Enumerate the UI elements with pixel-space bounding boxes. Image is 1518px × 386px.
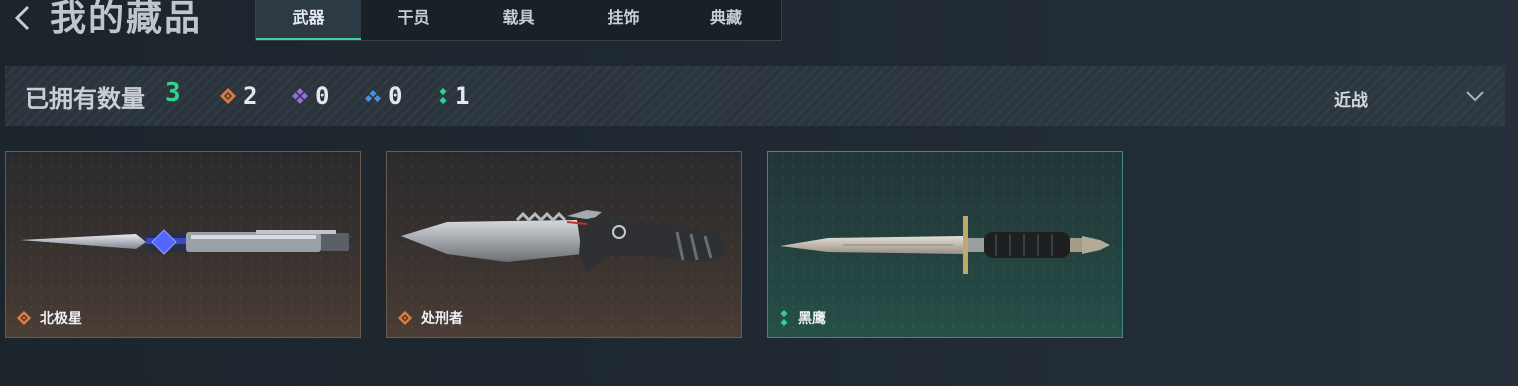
knife-image <box>780 216 1110 274</box>
purple-diamond-icon <box>292 88 308 104</box>
rarity-blue-count: 0 <box>388 82 403 110</box>
rarity-orange-count: 2 <box>243 82 258 110</box>
item-name-row: 北极星 <box>16 308 82 328</box>
orange-diamond-icon <box>397 310 413 326</box>
orange-diamond-icon <box>16 310 32 326</box>
rarity-purple-count: 0 <box>315 82 330 110</box>
rarity-orange-stat: 2 <box>219 82 258 110</box>
blue-diamond-icon <box>365 90 381 102</box>
item-name-row: 处刑者 <box>397 308 463 328</box>
chevron-down-icon[interactable] <box>1464 86 1486 106</box>
rarity-green-count: 1 <box>455 82 470 110</box>
green-diamond-icon <box>439 88 447 104</box>
ownership-stats-bar: 已拥有数量 3 2 0 0 1 近战 <box>5 66 1505 126</box>
weapon-type-filter[interactable]: 近战 <box>1334 86 1368 111</box>
knife-image <box>20 229 349 255</box>
page-title: 我的藏品 <box>50 0 203 39</box>
tab-vehicles[interactable]: 载具 <box>466 0 571 40</box>
header: 我的藏品 武器 干员 载具 挂饰 典藏 <box>0 0 1518 44</box>
item-card-executioner[interactable]: 处刑者 <box>386 151 742 338</box>
rarity-blue-stat: 0 <box>364 82 403 110</box>
rarity-purple-stat: 0 <box>291 82 330 110</box>
category-tabs: 武器 干员 载具 挂饰 典藏 <box>255 0 782 41</box>
item-name: 北极星 <box>40 311 82 327</box>
owned-count-value: 3 <box>165 78 181 108</box>
tab-charms[interactable]: 挂饰 <box>571 0 676 40</box>
tab-weapons[interactable]: 武器 <box>256 0 361 40</box>
orange-diamond-icon <box>220 88 236 104</box>
item-name-row: 黑鹰 <box>778 308 826 328</box>
item-name: 黑鹰 <box>798 311 826 327</box>
back-chevron-icon[interactable] <box>10 2 34 34</box>
knife-image <box>401 210 727 272</box>
green-diamond-icon <box>780 310 788 326</box>
rarity-green-stat: 1 <box>437 82 470 110</box>
item-card-north-star[interactable]: 北极星 <box>5 151 361 338</box>
item-card-black-hawk[interactable]: 黑鹰 <box>767 151 1123 338</box>
owned-count-label: 已拥有数量 <box>25 85 145 113</box>
tab-collection[interactable]: 典藏 <box>676 0 776 40</box>
tab-operators[interactable]: 干员 <box>361 0 466 40</box>
item-name: 处刑者 <box>421 311 463 327</box>
